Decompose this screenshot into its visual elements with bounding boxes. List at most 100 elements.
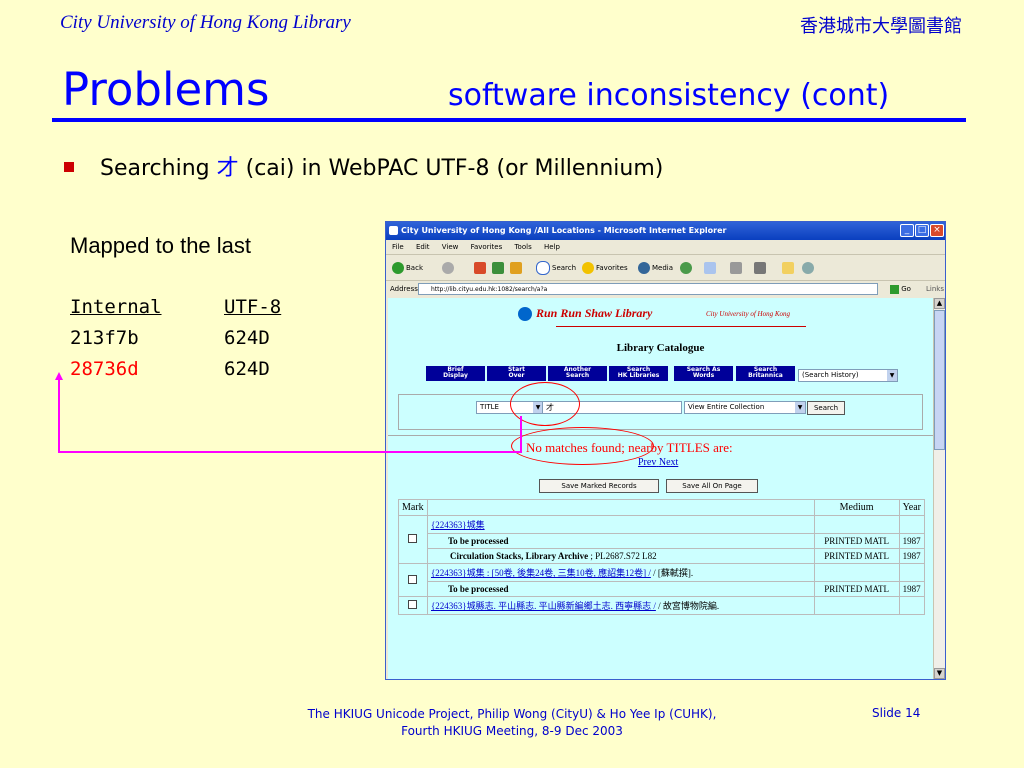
bullet-text: Searching 才 (cai) in WebPAC UTF-8 (or Mi…	[100, 150, 663, 182]
search-submit-button[interactable]: Search	[807, 401, 845, 415]
address-input[interactable]: http://lib.cityu.edu.hk:1082/search/a?a	[418, 283, 878, 295]
annotation-line	[58, 378, 60, 453]
result-title-link[interactable]: {224363}城集	[431, 520, 485, 530]
go-button[interactable]: Go	[890, 283, 911, 295]
menu-favorites[interactable]: Favorites	[471, 243, 503, 251]
arrow-up-icon	[55, 372, 63, 380]
folder-icon	[782, 262, 794, 274]
webpac-page: Run Run Shaw Library City University of …	[388, 298, 933, 679]
footer-line-1: The HKIUG Unicode Project, Philip Wong (…	[307, 707, 717, 721]
table-header-row: Mark Medium Year	[398, 499, 926, 516]
mapped-label: Mapped to the last	[70, 233, 252, 258]
search-icon	[536, 261, 550, 275]
table-row: To be processed PRINTED MATL 1987	[399, 581, 926, 597]
save-all-button[interactable]: Save All On Page	[666, 479, 758, 493]
header-mark: Mark	[398, 499, 428, 516]
edit-icon	[754, 262, 766, 274]
title-cell: {224363}城縣志. 平山縣志. 平山縣新編鄉土志. 西寧縣志 / / 故宮…	[426, 596, 815, 615]
nav-search-britannica[interactable]: Search Britannica	[736, 366, 795, 381]
vertical-scrollbar[interactable]: ▲ ▼	[933, 298, 945, 679]
messenger-icon	[802, 262, 814, 274]
footer: The HKIUG Unicode Project, Philip Wong (…	[200, 706, 824, 740]
menu-tools[interactable]: Tools	[514, 243, 531, 251]
nav-search-hk-libraries[interactable]: Search HK Libraries	[609, 366, 668, 381]
ie-logo-icon	[389, 226, 398, 235]
scroll-down-icon[interactable]: ▼	[934, 668, 945, 679]
media-button[interactable]: Media	[638, 261, 673, 275]
scroll-up-icon[interactable]: ▲	[934, 298, 945, 309]
year-cell: 1987	[898, 533, 926, 549]
header-title	[426, 499, 815, 516]
scope-select[interactable]: View Entire Collection ▼	[684, 401, 806, 414]
result-title-link[interactable]: {224363}城集 : [50卷, 後集24卷, 三集10卷, 應詔集12卷]…	[431, 568, 651, 578]
annotation-line	[520, 416, 522, 452]
mapping-internal-1: 213f7b	[70, 327, 139, 349]
refresh-button[interactable]	[492, 261, 506, 275]
result-title-link[interactable]: {224363}城縣志. 平山縣志. 平山縣新編鄉土志. 西寧縣志 /	[431, 601, 656, 611]
medium-cell: PRINTED MATL	[813, 548, 900, 564]
maximize-icon[interactable]: □	[915, 224, 929, 237]
forward-button[interactable]	[442, 261, 456, 275]
no-match-row: No matches found; nearby TITLES are: Pre…	[388, 435, 933, 468]
home-button[interactable]	[510, 261, 524, 275]
bullet-suffix: (cai) in WebPAC UTF-8 (or Millennium)	[238, 156, 664, 181]
home-icon	[510, 262, 522, 274]
next-link[interactable]: Next	[659, 457, 678, 468]
window-title: City University of Hong Kong /All Locati…	[401, 226, 727, 235]
header-left: City University of Hong Kong Library	[60, 12, 351, 33]
forward-icon	[442, 262, 454, 274]
print-button[interactable]	[730, 261, 744, 275]
menu-file[interactable]: File	[392, 243, 404, 251]
mail-button[interactable]	[704, 261, 718, 275]
save-marked-button[interactable]: Save Marked Records	[539, 479, 659, 493]
scroll-thumb[interactable]	[934, 310, 945, 450]
menu-view[interactable]: View	[442, 243, 459, 251]
menu-edit[interactable]: Edit	[416, 243, 430, 251]
menu-help[interactable]: Help	[544, 243, 560, 251]
mapping-internal-2: 28736d	[70, 358, 139, 380]
year-cell: 1987	[898, 548, 926, 564]
prev-next: Prev Next	[638, 457, 678, 468]
library-logo-icon	[518, 307, 532, 322]
table-row: {224363}城集	[398, 515, 926, 564]
highlight-ellipse-message	[511, 427, 654, 465]
library-logo[interactable]: Run Run Shaw Library	[518, 306, 652, 322]
star-icon	[582, 262, 594, 274]
location-cell: Circulation Stacks, Library Archive ; PL…	[426, 548, 815, 564]
year-cell: 1987	[898, 581, 926, 597]
go-icon	[890, 284, 899, 294]
edit-button[interactable]	[754, 261, 768, 275]
address-bar: Address http://lib.cityu.edu.hk:1082/sea…	[386, 281, 945, 297]
mark-checkbox[interactable]	[408, 534, 418, 543]
slide-title: Problems	[62, 63, 270, 116]
nav-start-over[interactable]: Start Over	[487, 366, 546, 381]
header-year: Year	[898, 499, 926, 516]
catalogue-title: Library Catalogue	[616, 342, 705, 354]
title-cell: {224363}城集 : [50卷, 後集24卷, 三集10卷, 應詔集12卷]…	[426, 563, 815, 582]
back-button[interactable]: Back	[392, 261, 423, 275]
address-label: Address	[390, 285, 418, 293]
prev-link[interactable]: Prev	[638, 457, 656, 468]
table-row: {224363}城縣志. 平山縣志. 平山縣新編鄉土志. 西寧縣志 / / 故宮…	[398, 596, 926, 615]
title-cell: {224363}城集	[426, 515, 815, 534]
messenger-button[interactable]	[802, 261, 816, 275]
nav-another-search[interactable]: Another Search	[548, 366, 607, 381]
links-button[interactable]: Links	[926, 283, 944, 295]
status-cell: To be processed	[426, 581, 815, 597]
mark-checkbox[interactable]	[408, 574, 418, 584]
folder-button[interactable]	[782, 261, 796, 275]
bullet-prefix: Searching	[100, 156, 217, 181]
stop-button[interactable]	[474, 261, 488, 275]
search-history-select[interactable]: (Search History) ▼	[798, 369, 898, 382]
favorites-button[interactable]: Favorites	[582, 261, 628, 275]
minimize-icon[interactable]: _	[900, 224, 914, 237]
mark-checkbox[interactable]	[408, 600, 418, 609]
nav-brief-display[interactable]: Brief Display	[426, 366, 485, 381]
bullet-icon	[64, 162, 74, 172]
search-button[interactable]: Search	[536, 261, 576, 275]
medium-cell: PRINTED MATL	[813, 581, 900, 597]
chevron-down-icon: ▼	[887, 370, 897, 381]
history-button[interactable]	[680, 261, 694, 275]
close-icon[interactable]: ×	[930, 224, 944, 237]
nav-search-as-words[interactable]: Search As Words	[674, 366, 733, 381]
